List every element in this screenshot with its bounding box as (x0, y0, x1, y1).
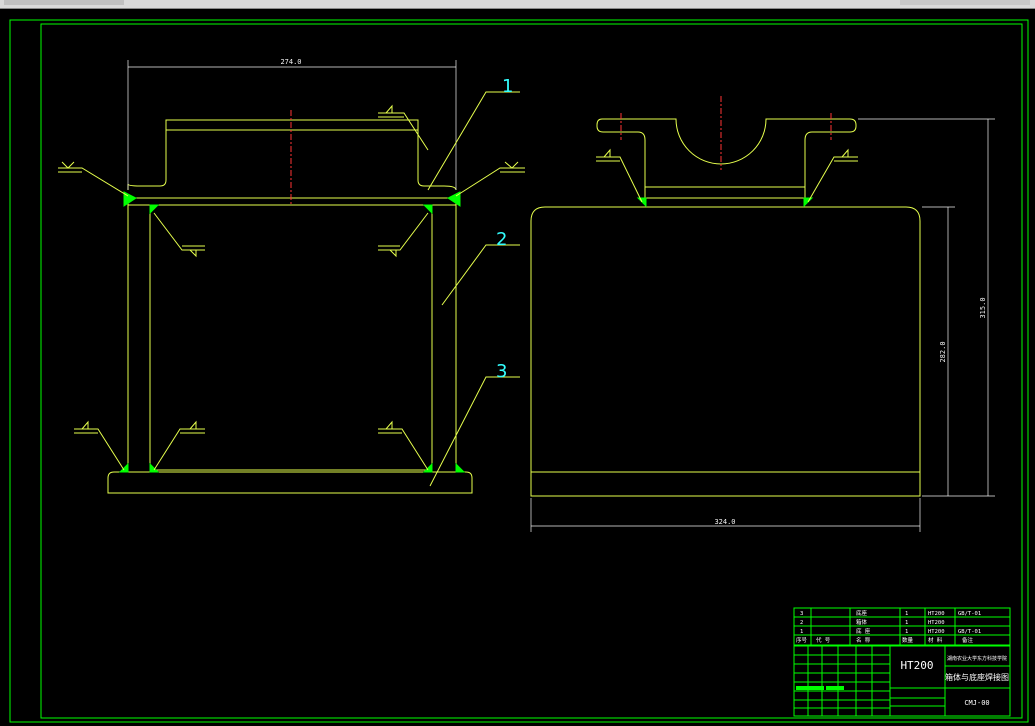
side-bearing-saddle (596, 118, 857, 188)
part-qty: 1 (905, 629, 908, 635)
title-block: 3 底座 1 HT200 GB/T-01 2 箱体 1 HT200 1 底 座 … (793, 607, 1011, 717)
side-weld-leaders (596, 148, 858, 203)
header-name: 名 称 (856, 636, 871, 644)
part-note: GB/T-01 (958, 611, 981, 617)
header-no: 序号 (796, 636, 808, 644)
dim-front-width: 274.0 (280, 58, 301, 66)
weld-mark (149, 204, 160, 215)
callout-1: 1 (502, 76, 513, 97)
part-qty: 1 (905, 611, 908, 617)
side-box (530, 206, 921, 497)
window-title-bar (0, 0, 1035, 9)
title-block-fill (826, 686, 844, 690)
dim-side-width: 324.0 (714, 518, 735, 526)
material-label: HT200 (900, 659, 933, 672)
dim-side-height-inner: 282.0 (939, 341, 947, 362)
part-name: 底座 (856, 609, 868, 617)
part-name: 箱体 (856, 618, 868, 626)
part-no: 1 (800, 629, 803, 635)
front-inner-box (149, 204, 433, 471)
part-material: HT200 (928, 611, 945, 617)
part-no: 2 (800, 620, 803, 626)
header-qty: 数量 (902, 636, 914, 644)
side-view: 324.0 282.0 315.0 (530, 96, 995, 532)
part-no: 3 (800, 611, 803, 617)
front-view: 274.0 1 2 3 (58, 58, 525, 494)
part-material: HT200 (928, 620, 945, 626)
part-qty: 1 (905, 620, 908, 626)
drawing-number: CMJ-00 (964, 699, 989, 707)
part-note: GB/T-01 (958, 629, 981, 635)
header-code: 代 号 (816, 636, 831, 644)
part-material: HT200 (928, 629, 945, 635)
title-bar-segment (4, 0, 124, 5)
drawing-svg: 274.0 1 2 3 324.0 282.0 315.0 3 底座 1 HT2… (9, 19, 1029, 723)
dim-side-height-total: 315.0 (979, 297, 987, 318)
title-bar-controls[interactable] (900, 0, 1030, 5)
weld-mark (422, 204, 433, 215)
callout-2: 2 (496, 229, 507, 250)
drawing-title: 箱体与底座焊接图 (945, 672, 1009, 682)
weld-mark (455, 462, 466, 473)
callout-leaders (427, 91, 520, 487)
header-material: 材 料 (928, 636, 943, 644)
title-block-grid (794, 646, 890, 716)
cad-drawing-canvas[interactable]: 274.0 1 2 3 324.0 282.0 315.0 3 底座 1 HT2… (0, 9, 1035, 726)
school-name: 湖南农业大学东方科技学院 (947, 655, 1007, 662)
header-note: 备注 (962, 636, 974, 644)
callout-3: 3 (496, 361, 507, 382)
title-block-fill (796, 686, 824, 690)
part-name: 底 座 (856, 627, 871, 635)
front-base-plate (107, 471, 473, 494)
